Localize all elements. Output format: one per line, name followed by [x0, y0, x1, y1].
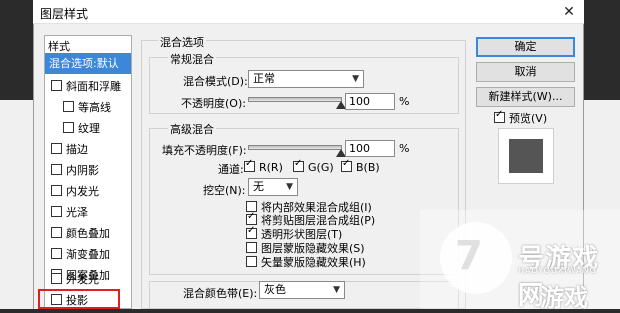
blend-options-title: 混合选项	[158, 34, 206, 50]
blend-if-select[interactable]: 灰色 ▼	[259, 281, 345, 299]
style-item-contour[interactable]: 等高线	[45, 97, 131, 118]
checkbox[interactable]	[51, 248, 62, 259]
blend-if-label: 混合颜色带(E):	[183, 287, 258, 300]
checkbox[interactable]	[51, 80, 62, 91]
channel-b-label: B(B)	[356, 161, 380, 174]
style-item-stroke[interactable]: 描边	[45, 139, 131, 160]
checkbox-b[interactable]	[341, 158, 352, 172]
style-item-label: 内发光	[66, 185, 99, 198]
styles-header: 样式	[48, 40, 70, 53]
checkbox[interactable]	[63, 122, 74, 133]
style-item-label: 描边	[66, 143, 88, 156]
style-item-gradient-overlay[interactable]: 渐变叠加	[45, 244, 131, 265]
checkbox[interactable]	[246, 225, 257, 239]
chevron-down-icon: ▼	[333, 285, 340, 295]
checkbox[interactable]	[51, 227, 62, 238]
preview-label: 预览(V)	[509, 112, 548, 125]
blend-mode-label: 混合模式(D):	[183, 75, 248, 88]
chevron-down-icon: ▼	[286, 182, 293, 192]
channel-b[interactable]: B(B)	[341, 158, 380, 174]
style-item-color-overlay[interactable]: 颜色叠加	[45, 223, 131, 244]
opacity-unit: %	[399, 95, 410, 108]
checkbox[interactable]	[51, 164, 62, 175]
blend-if-value: 灰色	[264, 283, 286, 296]
style-item-bevel-emboss[interactable]: 斜面和浮雕	[45, 76, 131, 97]
style-item-label: 混合选项:默认	[49, 57, 119, 70]
new-style-button[interactable]: 新建样式(W)...	[476, 87, 575, 107]
style-item-label: 内阴影	[66, 164, 99, 177]
style-item-label: 等高线	[78, 101, 111, 114]
watermark-logo	[440, 222, 512, 294]
channel-r[interactable]: R(R)	[244, 158, 283, 174]
style-item-inner-shadow[interactable]: 内阴影	[45, 160, 131, 181]
preview-checkbox[interactable]	[494, 109, 505, 123]
advanced-blending-title: 高级混合	[168, 121, 216, 137]
style-item-label: 渐变叠加	[66, 248, 110, 261]
checkbox[interactable]	[246, 242, 257, 253]
preview-toggle[interactable]: 预览(V)	[494, 109, 548, 126]
channel-g-label: G(G)	[308, 161, 334, 174]
style-item-label: 纹理	[78, 122, 100, 135]
knockout-select[interactable]: 无 ▼	[248, 178, 298, 196]
ok-button[interactable]: 确定	[476, 37, 575, 57]
channels-label: 通道:	[218, 163, 244, 176]
opacity-input[interactable]: 100	[345, 93, 395, 110]
style-item-satin[interactable]: 光泽	[45, 202, 131, 223]
title-bar	[33, 0, 584, 24]
watermark-domain: aixz.com	[552, 244, 593, 254]
channel-g[interactable]: G(G)	[293, 158, 334, 174]
knockout-value: 无	[253, 180, 264, 193]
style-item-label: 斜面和浮雕	[66, 80, 121, 93]
checkbox[interactable]	[51, 143, 62, 154]
opacity-label: 不透明度(O):	[181, 97, 246, 110]
checkbox[interactable]	[63, 101, 74, 112]
knockout-label: 挖空(N):	[203, 184, 246, 197]
blend-mode-value: 正常	[253, 72, 275, 85]
option-label: 矢量蒙版隐藏效果(H)	[261, 256, 366, 269]
dialog-title: 图层样式	[40, 7, 89, 21]
general-blending-title: 常规混合	[168, 51, 216, 67]
cancel-button[interactable]: 取消	[476, 62, 575, 82]
style-item-texture[interactable]: 纹理	[45, 118, 131, 139]
style-item-label: 外发光	[66, 273, 99, 286]
watermark-text-2: 游戏	[540, 284, 588, 312]
checkbox[interactable]	[51, 185, 62, 196]
checkbox[interactable]	[246, 211, 257, 225]
checkbox[interactable]	[51, 273, 62, 284]
opacity-slider[interactable]	[248, 97, 342, 102]
fill-opacity-slider[interactable]	[248, 145, 342, 150]
checkbox[interactable]	[246, 256, 257, 267]
fill-opacity-label: 填充不透明度(F):	[162, 144, 247, 157]
channel-r-label: R(R)	[259, 161, 283, 174]
checkbox[interactable]	[51, 206, 62, 217]
style-item-blending-options[interactable]: 混合选项:默认	[45, 53, 131, 74]
style-item-label: 颜色叠加	[66, 227, 110, 240]
fill-opacity-input[interactable]: 100	[345, 140, 395, 157]
style-item-label: 光泽	[66, 206, 88, 219]
style-preview-swatch	[509, 139, 543, 173]
blend-mode-select[interactable]: 正常 ▼	[248, 70, 364, 88]
close-icon[interactable]: ✕	[560, 3, 578, 21]
watermark-subtext: HAOYOUXIWANG	[518, 266, 597, 275]
fill-opacity-unit: %	[399, 142, 410, 155]
chevron-down-icon: ▼	[352, 74, 359, 84]
checkbox-g[interactable]	[293, 158, 304, 172]
drop-shadow-highlight	[38, 289, 120, 309]
checkbox-r[interactable]	[244, 158, 255, 172]
style-item-outer-glow-row[interactable]: 外发光	[45, 269, 131, 290]
style-item-inner-glow[interactable]: 内发光	[45, 181, 131, 202]
option-vector-mask-hides[interactable]: 矢量蒙版隐藏效果(H)	[246, 254, 366, 270]
